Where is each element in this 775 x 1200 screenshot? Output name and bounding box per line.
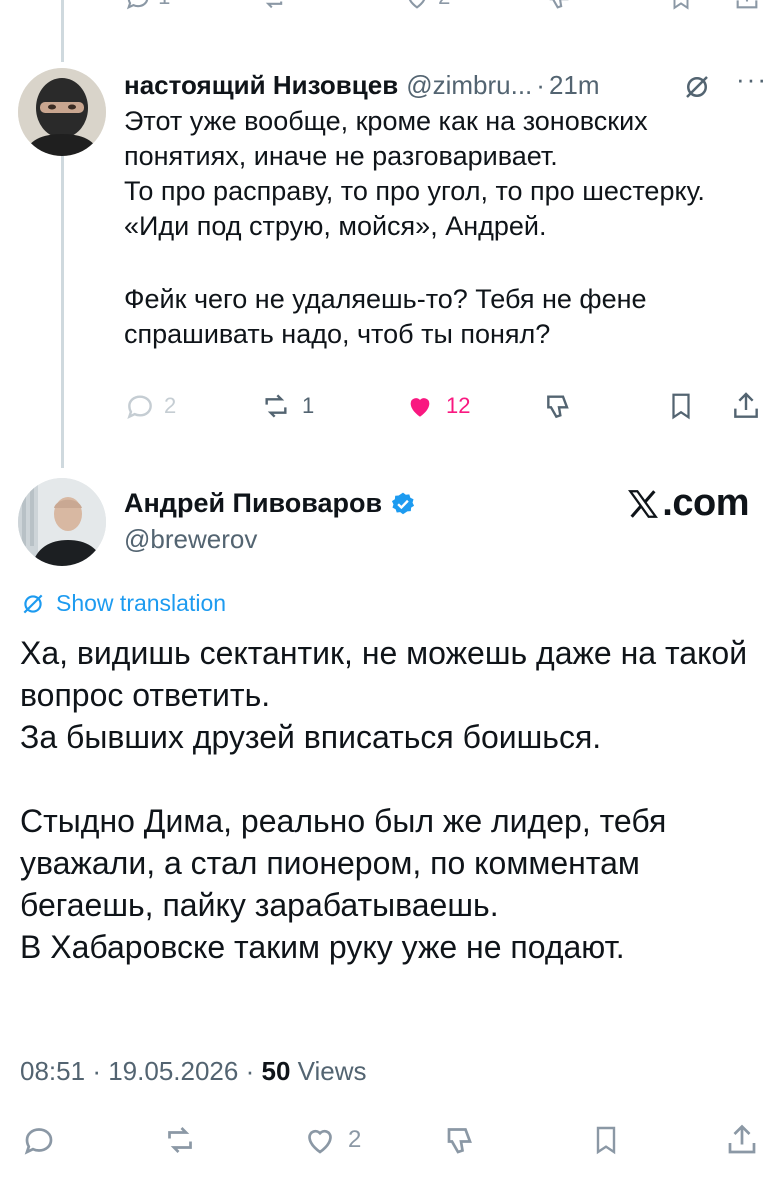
x-logo-icon [628, 489, 659, 518]
repost-icon [168, 1127, 192, 1153]
previous-reply-button[interactable]: 1 [124, 0, 170, 12]
timestamp[interactable]: 21m [549, 70, 600, 101]
reply-actions: 2 1 12 [124, 388, 775, 428]
grok-button[interactable] [682, 70, 712, 102]
tweet-actions: 2 [0, 1112, 775, 1162]
share-button[interactable] [730, 388, 762, 424]
translate-icon [23, 594, 43, 613]
repost-count: 1 [302, 393, 315, 418]
tweet-text-line: Стыдно Дима, реально был же лидер, тебя … [20, 803, 667, 923]
grok-icon [686, 76, 708, 99]
heart-filled-icon [410, 398, 430, 417]
previous-like-count: 2 [438, 0, 450, 9]
views-label: Views [297, 1056, 367, 1086]
reply-text: Этот уже вообще, кроме как на зоновских … [124, 104, 764, 352]
dislike-button[interactable] [442, 1120, 480, 1160]
previous-like-button[interactable]: 2 [402, 0, 450, 12]
reply-text-line: То про расправу, то про угол, то про шес… [124, 176, 705, 241]
like-button[interactable]: 2 [300, 1120, 361, 1160]
author-handle[interactable]: @zimbru... [406, 70, 532, 101]
previous-share-button[interactable] [733, 0, 761, 12]
avatar[interactable] [18, 68, 106, 156]
like-count: 2 [348, 1126, 362, 1153]
meta-separator: · [92, 1056, 101, 1086]
share-button[interactable] [724, 1120, 760, 1160]
bookmark-icon [673, 0, 689, 10]
reply-icon [127, 395, 152, 419]
previous-dislike-button[interactable] [545, 0, 575, 12]
share-icon [736, 0, 758, 9]
more-options-button[interactable]: ··· [736, 64, 768, 95]
heart-icon [408, 0, 426, 9]
masked-person-avatar-image [18, 68, 106, 156]
share-icon [734, 392, 758, 418]
author-name[interactable]: Андрей Пивоваров [124, 488, 382, 519]
x-com-watermark: .com [626, 482, 749, 525]
separator: · [536, 69, 545, 100]
tweet-time[interactable]: 08:51 [20, 1056, 85, 1086]
repost-button[interactable] [160, 1120, 200, 1160]
meta-separator: · [245, 1056, 255, 1086]
previous-tweet-actions: 1 2 [0, 0, 775, 14]
dislike-button[interactable] [542, 388, 576, 424]
watermark-text: .com [662, 482, 749, 524]
author-photo-avatar-image [18, 478, 106, 566]
reply-text-line: Фейк чего не удаляешь-то? Тебя не фене с… [124, 284, 647, 349]
reply-count: 2 [164, 393, 177, 418]
show-translation-link[interactable]: Show translation [20, 590, 226, 617]
main-tweet: Андрей Пивоваров @brewerov .com Show tra… [0, 472, 775, 1200]
share-icon [728, 1124, 756, 1154]
author-handle[interactable]: @brewerov [124, 524, 257, 555]
reply-icon [24, 1128, 53, 1155]
bookmark-button[interactable] [666, 388, 696, 424]
views-count: 50 [261, 1056, 291, 1086]
like-button[interactable]: 12 [402, 388, 470, 424]
tweet-text-line: Ха, видишь сектантик, не можешь даже на … [20, 635, 748, 713]
show-translation-label: Show translation [56, 590, 227, 616]
previous-reply-count: 1 [158, 0, 170, 9]
author-name-row: Андрей Пивоваров [124, 488, 416, 519]
reply-icon [126, 0, 149, 10]
tweet-meta: 08:51 · 19.05.2026 · 50 Views [20, 1056, 367, 1087]
repost-button[interactable]: 1 [258, 388, 314, 424]
author-name[interactable]: настоящий Низовцев [124, 70, 398, 101]
tweet-text-line: За бывших друзей вписаться боишься. [20, 719, 602, 755]
thumbs-down-icon [549, 0, 569, 9]
repost-icon [265, 1, 283, 9]
bookmark-button[interactable] [590, 1120, 622, 1160]
reply-header: настоящий Низовцев @zimbru... · 21m ··· [124, 64, 775, 102]
heart-icon [308, 1129, 332, 1154]
tweet-text: Ха, видишь сектантик, не можешь даже на … [20, 632, 760, 968]
reply-button[interactable]: 2 [124, 388, 176, 424]
reply-button[interactable] [20, 1120, 58, 1160]
verified-badge-icon[interactable] [390, 491, 416, 517]
bookmark-icon [596, 1126, 616, 1155]
like-count: 12 [446, 393, 471, 418]
tweet-date[interactable]: 19.05.2026 [108, 1056, 238, 1086]
thumbs-down-icon [547, 395, 569, 419]
previous-repost-button[interactable] [258, 0, 288, 12]
avatar[interactable] [18, 478, 106, 566]
reply-tweet[interactable]: настоящий Низовцев @zimbru... · 21m ··· … [0, 62, 775, 462]
previous-bookmark-button[interactable] [668, 0, 694, 12]
bookmark-icon [672, 393, 690, 420]
repost-icon [265, 394, 287, 418]
tweet-text-line: В Хабаровске таким руку уже не подают. [20, 929, 625, 965]
reply-text-line: Этот уже вообще, кроме как на зоновских … [124, 106, 648, 171]
thumbs-down-icon [447, 1128, 472, 1154]
